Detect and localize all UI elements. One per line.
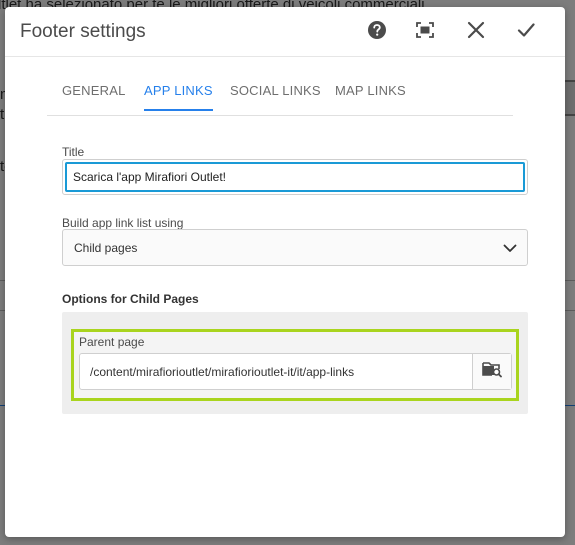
tab-map-links[interactable]: MAP LINKS (335, 83, 406, 109)
tab-bar: GENERAL APP LINKS SOCIAL LINKS MAP LINKS (47, 72, 513, 116)
title-input[interactable] (65, 162, 525, 192)
title-field (62, 159, 528, 195)
tab-social-links[interactable]: SOCIAL LINKS (230, 83, 321, 109)
build-list-label: Build app link list using (62, 216, 184, 230)
dialog-title: Footer settings (20, 21, 146, 42)
close-icon (467, 21, 485, 44)
help-icon (367, 20, 387, 45)
check-icon (517, 22, 535, 43)
parent-page-field (79, 353, 512, 390)
chevron-down-icon (503, 241, 517, 259)
build-list-select[interactable]: Child pages (62, 229, 528, 266)
tab-general[interactable]: GENERAL (62, 83, 126, 109)
parent-page-input[interactable] (80, 354, 473, 389)
parent-page-highlight: Parent page (71, 329, 519, 401)
dialog-header: Footer settings (5, 7, 565, 57)
browse-path-button[interactable] (472, 354, 511, 389)
fullscreen-button[interactable] (412, 19, 438, 45)
child-pages-options-panel: Parent page (62, 312, 528, 414)
folder-search-icon (482, 360, 502, 383)
build-list-selected-value: Child pages (74, 241, 138, 255)
title-label: Title (62, 145, 85, 159)
close-button[interactable] (463, 19, 489, 45)
tab-app-links[interactable]: APP LINKS (144, 83, 213, 111)
footer-settings-dialog: Footer settings GENERAL APP LINKS SOCIAL… (5, 7, 565, 537)
child-pages-options-heading: Options for Child Pages (62, 292, 199, 306)
fullscreen-icon (416, 21, 434, 43)
help-button[interactable] (364, 19, 390, 45)
parent-page-label: Parent page (79, 335, 145, 349)
confirm-button[interactable] (513, 19, 539, 45)
